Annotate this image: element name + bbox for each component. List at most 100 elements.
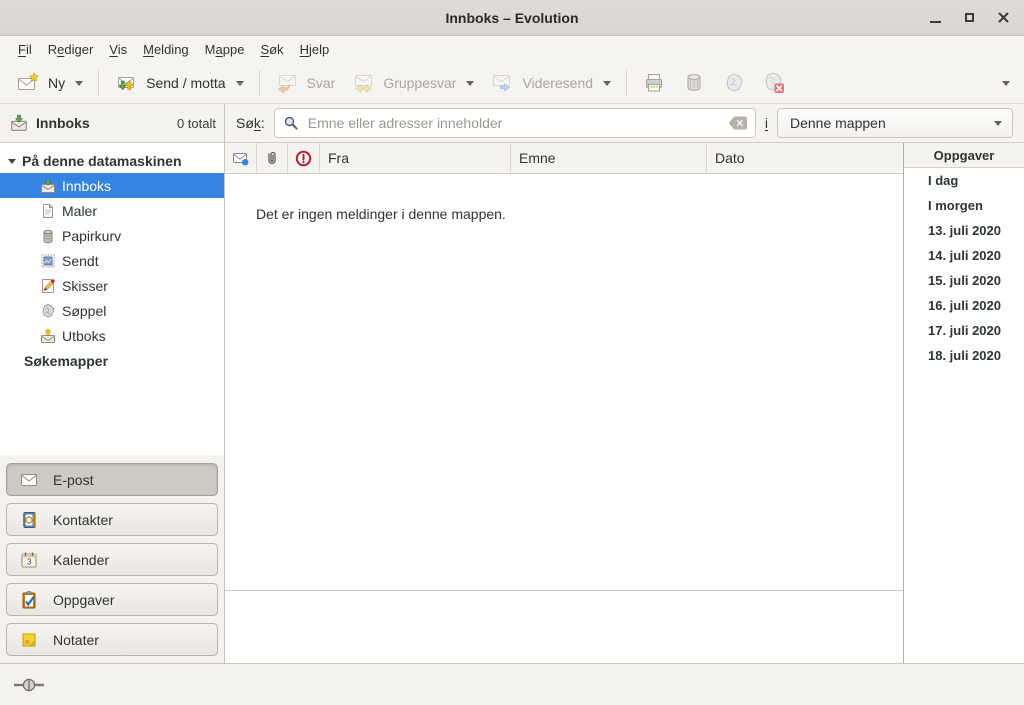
titlebar: Innboks – Evolution	[0, 0, 1024, 36]
message-list-body[interactable]: Det er ingen meldinger i denne mappen.	[225, 174, 903, 590]
menu-fil[interactable]: Fil	[10, 36, 40, 63]
not-junk-icon	[762, 71, 786, 95]
forward-icon	[490, 71, 514, 95]
junk-icon	[722, 71, 746, 95]
tree-root-on-this-computer[interactable]: På denne datamaskinen	[0, 148, 224, 173]
switcher-calendar-button[interactable]: 3 Kalender	[6, 543, 218, 576]
folder-skisser[interactable]: Skisser	[0, 273, 224, 298]
folder-soppel[interactable]: Søppel	[0, 298, 224, 323]
empty-folder-message: Det er ingen meldinger i denne mappen.	[256, 206, 506, 222]
preview-pane[interactable]	[225, 590, 903, 663]
junk-folder-icon	[40, 303, 56, 319]
column-attachment[interactable]	[257, 143, 288, 173]
expander-icon[interactable]	[8, 159, 16, 168]
current-folder-name: Innboks	[36, 115, 90, 131]
switcher-contacts-button[interactable]: Kontakter	[6, 503, 218, 536]
new-message-button[interactable]: Ny	[8, 67, 91, 99]
calendar-icon: 3	[19, 550, 39, 570]
sent-icon	[40, 253, 56, 269]
group-reply-icon	[351, 71, 375, 95]
column-read-status[interactable]	[225, 143, 257, 173]
group-reply-label: Gruppesvar	[383, 75, 456, 91]
chevron-down-icon	[236, 81, 244, 90]
read-status-icon	[232, 151, 249, 166]
print-icon	[642, 71, 666, 95]
folder-utboks[interactable]: Utboks	[0, 323, 224, 348]
toolbar: Ny Send / motta Svar	[0, 63, 1024, 104]
menu-sok[interactable]: Søk	[252, 36, 291, 63]
chevron-down-icon	[75, 81, 83, 90]
folder-maler[interactable]: Maler	[0, 198, 224, 223]
task-group-date[interactable]: 13. juli 2020	[904, 218, 1024, 243]
tree-group-sokemapper[interactable]: Søkemapper	[0, 348, 224, 373]
evolution-window: Innboks – Evolution Fil Rediger Vis Meld…	[0, 0, 1024, 705]
inbox-icon	[10, 114, 28, 132]
message-list-pane: Fra Emne Dato Det er ingen meldinger i d…	[225, 143, 903, 663]
minimize-button[interactable]	[924, 7, 946, 29]
clear-search-icon[interactable]	[728, 116, 748, 130]
drafts-icon	[40, 278, 56, 294]
switcher-mail-button[interactable]: E-post	[6, 463, 218, 496]
folder-sendt[interactable]: Sendt	[0, 248, 224, 273]
chevron-down-icon	[603, 81, 611, 90]
task-group-tomorrow[interactable]: I morgen	[904, 193, 1024, 218]
chevron-down-icon	[466, 81, 474, 90]
trash-icon	[682, 71, 706, 95]
inbox-icon	[40, 178, 56, 194]
junk-button[interactable]	[714, 67, 754, 99]
forward-label: Videresend	[522, 75, 593, 91]
scope-value: Denne mappen	[790, 115, 886, 131]
not-junk-button[interactable]	[754, 67, 794, 99]
mail-icon	[19, 470, 39, 490]
chevron-down-icon	[994, 121, 1002, 130]
reply-icon	[275, 71, 299, 95]
statusbar	[0, 663, 1024, 705]
folder-header: Innboks 0 totalt	[0, 104, 225, 142]
tasks-icon	[19, 590, 39, 610]
window-controls	[924, 0, 1014, 35]
search-input[interactable]	[274, 108, 756, 138]
group-reply-button[interactable]: Gruppesvar	[343, 67, 482, 99]
toolbar-overflow-button[interactable]	[1002, 81, 1010, 90]
close-icon	[997, 11, 1010, 24]
close-button[interactable]	[992, 7, 1014, 29]
new-message-label: Ny	[48, 75, 65, 91]
view-switcher: E-post Kontakter	[0, 455, 224, 664]
task-group-date[interactable]: 18. juli 2020	[904, 343, 1024, 368]
folder-innboks[interactable]: Innboks	[0, 173, 224, 198]
forward-button[interactable]: Videresend	[482, 67, 619, 99]
online-status-icon[interactable]	[13, 677, 47, 693]
menu-mappe[interactable]: Mappe	[197, 36, 253, 63]
delete-button[interactable]	[674, 67, 714, 99]
reply-button[interactable]: Svar	[267, 67, 344, 99]
toolbar-separator	[98, 70, 99, 96]
reply-label: Svar	[307, 75, 336, 91]
menubar: Fil Rediger Vis Melding Mappe Søk Hjelp	[0, 36, 1024, 63]
task-group-date[interactable]: 16. juli 2020	[904, 293, 1024, 318]
column-from[interactable]: Fra	[320, 143, 511, 173]
content: På denne datamaskinen Innboks	[0, 143, 1024, 663]
search-scope-dropdown[interactable]: Denne mappen	[777, 108, 1013, 138]
menu-rediger[interactable]: Rediger	[40, 36, 102, 63]
menu-hjelp[interactable]: Hjelp	[292, 36, 338, 63]
menu-melding[interactable]: Melding	[135, 36, 197, 63]
search-label: Søk:	[236, 115, 265, 131]
task-group-date[interactable]: 15. juli 2020	[904, 268, 1024, 293]
column-date[interactable]: Dato	[707, 143, 903, 173]
send-receive-button[interactable]: Send / motta	[106, 67, 251, 99]
send-receive-label: Send / motta	[146, 75, 225, 91]
menu-vis[interactable]: Vis	[101, 36, 135, 63]
folder-papirkurv[interactable]: Papirkurv	[0, 223, 224, 248]
switcher-tasks-button[interactable]: Oppgaver	[6, 583, 218, 616]
column-priority[interactable]	[288, 143, 320, 173]
minimize-icon	[930, 21, 941, 23]
print-button[interactable]	[634, 67, 674, 99]
svg-text:3: 3	[27, 557, 32, 566]
task-group-date[interactable]: 17. juli 2020	[904, 318, 1024, 343]
switcher-memos-button[interactable]: Notater	[6, 623, 218, 656]
task-group-date[interactable]: 14. juli 2020	[904, 243, 1024, 268]
task-group-today[interactable]: I dag	[904, 168, 1024, 193]
column-subject[interactable]: Emne	[511, 143, 707, 173]
search-icon	[283, 115, 299, 131]
maximize-button[interactable]	[958, 7, 980, 29]
